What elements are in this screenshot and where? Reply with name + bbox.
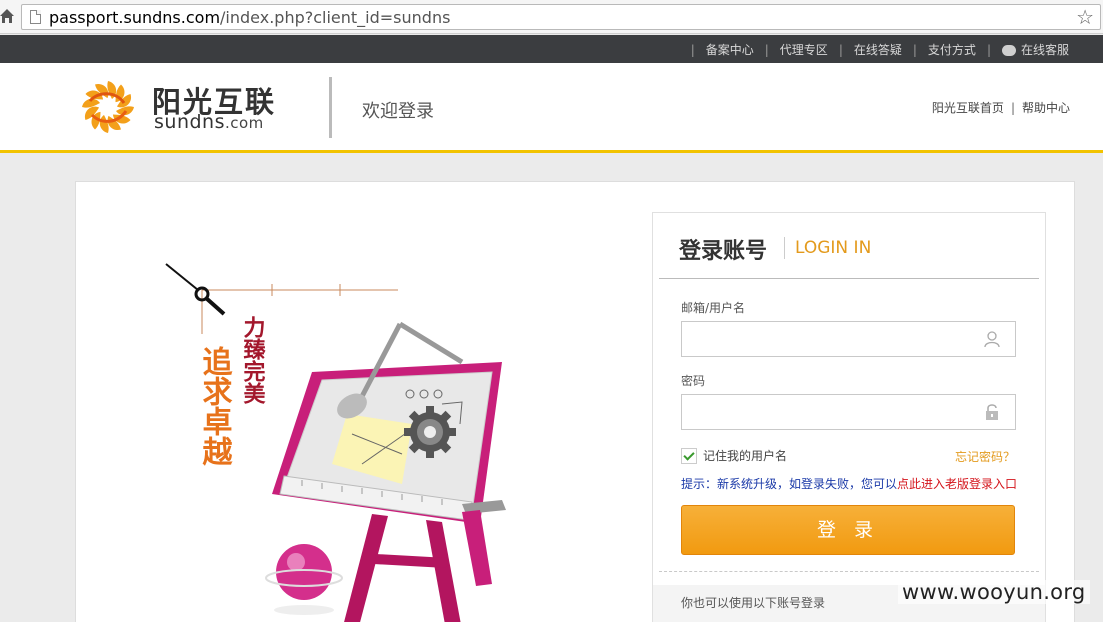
alt-login-label: 你也可以使用以下账号登录 [681,596,826,610]
header-link-separator: | [1010,101,1015,115]
username-field-box [681,321,1016,357]
old-login-link[interactable]: 点此进入老版登录入口 [897,477,1017,491]
home-icon[interactable] [0,8,14,24]
top-nav-item-support[interactable]: 在线客服 [1021,41,1069,58]
slogan-perfection: 力臻完美 [240,316,266,404]
brand-en-suffix: .com [224,114,264,132]
bookmark-star-icon[interactable]: ☆ [1076,6,1094,28]
password-input[interactable] [682,395,972,429]
help-center-link[interactable]: 帮助中心 [1022,101,1070,115]
top-nav-separator: | [764,42,769,57]
login-title-en: LOGIN IN [795,238,872,258]
remember-label: 记住我的用户名 [703,449,788,463]
login-form: 登录账号 LOGIN IN 邮箱/用户名 密码 记住我的用户名 忘记密码？ 提示… [652,212,1046,622]
title-underline [659,278,1039,279]
slogan-excellence: 追求卓越 [197,345,233,466]
top-nav-bar: | 备案中心 | 代理专区 | 在线答疑 | 支付方式 | 在线客服 [0,35,1103,63]
drafting-table-illustration: 力臻完美 追求卓越 [165,263,506,622]
url-host: passport.sundns.com [49,8,221,27]
top-nav-items: | 备案中心 | 代理专区 | 在线答疑 | 支付方式 | 在线客服 [680,41,1069,58]
browser-address-bar: passport.sundns.com/index.php?client_id=… [0,0,1103,34]
page-icon [30,10,41,24]
url-field[interactable]: passport.sundns.com/index.php?client_id=… [21,4,1101,30]
top-nav-item-payment[interactable]: 支付方式 [928,41,976,58]
hint-text: 提示：新系统升级，如登录失败，您可以 [681,477,898,491]
user-icon [984,331,1000,348]
top-nav-separator: | [912,42,917,57]
dashed-divider [659,571,1039,572]
top-nav-item-agent[interactable]: 代理专区 [780,41,828,58]
url-text[interactable]: passport.sundns.com/index.php?client_id=… [49,8,450,27]
sun-logo-icon [81,80,135,134]
brand-name-en: sundns.com [154,111,264,133]
chat-bubble-icon [1001,45,1016,56]
site-logo[interactable]: 阳光互联 sundns.com [74,79,304,135]
top-nav-separator: | [838,42,843,57]
username-input[interactable] [682,322,972,356]
home-link[interactable]: 阳光互联首页 [932,101,1004,115]
watermark: www.wooyun.org [898,580,1090,604]
password-field-box [681,394,1016,430]
forgot-password-link[interactable]: 忘记密码？ [955,448,1015,465]
header-divider [329,77,332,138]
url-path: /index.php?client_id=sundns [220,8,451,27]
main-panel: 力臻完美 追求卓越 登录账号 LOGIN IN 邮箱/用户名 密码 记住我的用户… [75,181,1075,622]
welcome-text: 欢迎登录 [362,101,434,122]
username-label: 邮箱/用户名 [681,301,746,315]
top-nav-separator: | [986,42,991,57]
upgrade-hint: 提示：新系统升级，如登录失败，您可以点此进入老版登录入口 [681,475,1017,492]
lock-icon [986,404,998,420]
remember-me[interactable]: 记住我的用户名 [681,447,787,464]
site-header: 阳光互联 sundns.com 欢迎登录 阳光互联首页 | 帮助中心 [0,63,1103,153]
top-nav-separator: | [690,42,695,57]
remember-checkbox[interactable] [681,447,697,464]
login-button[interactable]: 登 录 [681,505,1015,555]
top-nav-item-beian[interactable]: 备案中心 [706,41,754,58]
title-separator [784,237,785,259]
top-nav-item-faq[interactable]: 在线答疑 [854,41,902,58]
password-label: 密码 [681,374,706,388]
header-links: 阳光互联首页 | 帮助中心 [932,99,1070,116]
brand-en-main: sundns [154,111,225,133]
login-title: 登录账号 [679,239,768,264]
